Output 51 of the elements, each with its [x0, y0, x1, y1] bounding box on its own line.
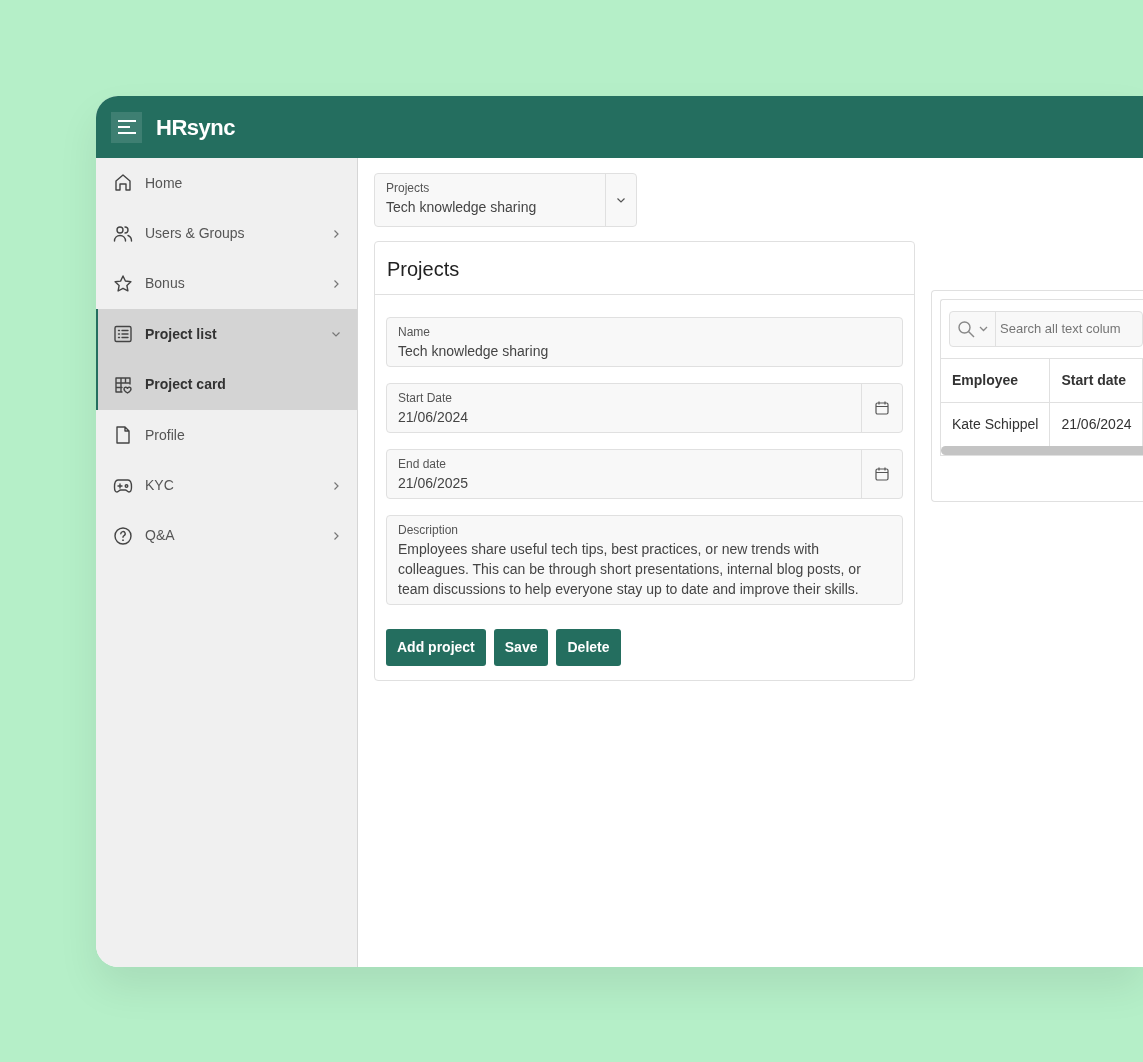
chevron-icon — [331, 228, 341, 239]
home-icon — [113, 173, 133, 194]
date-field[interactable]: End date 21/06/2025 — [386, 449, 903, 499]
description-field[interactable] — [386, 515, 903, 605]
sidebar-item[interactable]: Home — [96, 158, 357, 209]
sidebar-item[interactable]: Q&A — [96, 510, 357, 562]
field-label: End date — [398, 456, 448, 473]
card-title: Projects — [387, 258, 460, 280]
users-icon — [113, 223, 133, 244]
logo: HRsync — [156, 113, 235, 142]
field-label: Start Date — [398, 390, 454, 407]
chevron-icon — [331, 278, 341, 289]
date-field[interactable]: Start Date 21/06/2024 — [386, 383, 903, 433]
dropdown-value[interactable]: Tech knowledge sharing — [386, 197, 594, 217]
help-icon — [113, 525, 133, 546]
field-label: Projects — [386, 180, 431, 197]
sidebar-item[interactable]: Project card — [96, 359, 357, 410]
search-field[interactable]: Search all text colum — [949, 311, 1143, 347]
sidebar-item[interactable]: Project list — [96, 309, 357, 360]
action-button[interactable]: Add project — [386, 629, 486, 666]
action-button[interactable]: Delete — [556, 629, 621, 666]
search-icon — [957, 320, 975, 338]
column-header[interactable]: Employee — [941, 359, 1050, 403]
menu-icon — [116, 120, 137, 134]
search-input[interactable]: Search all text colum — [996, 312, 1143, 346]
table-heart-icon — [113, 374, 133, 395]
star-icon — [113, 273, 133, 294]
text-field[interactable]: Name Tech knowledge sharing — [386, 317, 903, 367]
sidebar-item[interactable]: Profile — [96, 409, 357, 461]
sidebar-item[interactable]: Users & Groups — [96, 208, 357, 259]
chevron-icon — [616, 195, 626, 205]
sidebar-item[interactable]: KYC — [96, 460, 357, 511]
textarea-input[interactable]: Employees share useful tech tips, best practices, or new trends with colleagues. This can be through short presentations, internal blog posts, or team discussions to help everyone stay up to date and improve their skills. — [398, 539, 891, 599]
list-icon — [113, 324, 133, 345]
column-header[interactable]: Start date — [1049, 359, 1143, 403]
date-input[interactable]: 21/06/2025 — [398, 473, 850, 493]
document-icon — [113, 425, 133, 446]
chevron-icon — [331, 480, 341, 491]
field-label: Name — [398, 324, 431, 341]
field-label: Description — [398, 522, 460, 539]
project-dropdown[interactable]: Projects Tech knowledge sharing — [374, 173, 637, 227]
caret-icon — [979, 326, 988, 332]
action-button[interactable]: Save — [493, 629, 549, 666]
horizontal-scrollbar[interactable] — [941, 446, 1143, 455]
chevron-icon — [331, 530, 341, 541]
menu-button[interactable] — [111, 111, 142, 143]
sidebar-item[interactable]: Bonus — [96, 258, 357, 310]
date-input[interactable]: 21/06/2024 — [398, 407, 850, 427]
calendar-icon — [874, 466, 890, 482]
text-input[interactable]: Tech knowledge sharing — [398, 341, 891, 361]
calendar-icon — [874, 400, 890, 416]
